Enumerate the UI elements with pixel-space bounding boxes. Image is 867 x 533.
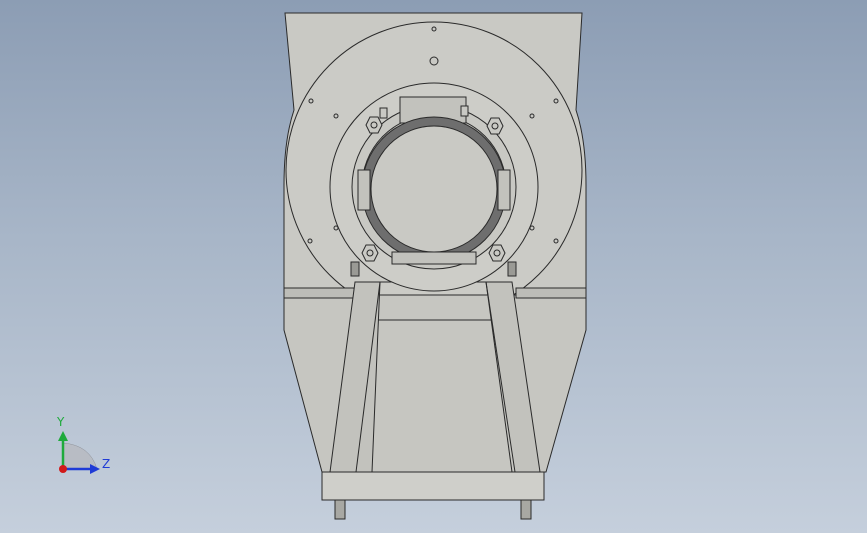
bottom-clamp-block bbox=[391, 251, 477, 265]
hex-bolt-top-right bbox=[486, 117, 504, 135]
hex-bolt-bottom-right bbox=[488, 244, 506, 262]
mount-hole-9 bbox=[333, 225, 339, 231]
mount-hole-7 bbox=[307, 238, 313, 244]
mount-hole-8 bbox=[553, 238, 559, 244]
base-pin-right bbox=[520, 499, 532, 520]
hex-bolt-top-left bbox=[365, 116, 383, 134]
mount-hole-6 bbox=[529, 113, 535, 119]
cad-model-front-view[interactable] bbox=[0, 0, 867, 533]
mount-hole-5 bbox=[333, 113, 339, 119]
mount-hole-2 bbox=[431, 26, 437, 32]
mount-hole-10 bbox=[529, 225, 535, 231]
screw-top-right bbox=[460, 105, 469, 117]
coordinate-triad: Y Z bbox=[56, 415, 110, 474]
ring-clamp-left bbox=[357, 169, 371, 211]
triad-y-label: Y bbox=[56, 415, 65, 429]
triad-y-arrowhead bbox=[58, 431, 68, 441]
bearing-bore bbox=[370, 125, 498, 253]
triad-z-label: Z bbox=[102, 457, 110, 471]
base-plate bbox=[321, 471, 545, 501]
screw-top-left bbox=[379, 107, 388, 119]
side-block-left bbox=[350, 261, 360, 277]
left-ledge bbox=[283, 287, 355, 299]
mount-hole-1 bbox=[429, 56, 439, 66]
base-pin-left bbox=[334, 499, 346, 520]
hex-bolt-bottom-left bbox=[361, 244, 379, 262]
graphics-viewport[interactable]: Y Z bbox=[0, 0, 867, 533]
right-ledge bbox=[515, 287, 587, 299]
ring-clamp-right bbox=[497, 169, 511, 211]
lower-support bbox=[283, 294, 587, 473]
mount-hole-4 bbox=[553, 98, 559, 104]
triad-origin bbox=[59, 465, 67, 473]
mount-hole-3 bbox=[308, 98, 314, 104]
side-block-right bbox=[507, 261, 517, 277]
